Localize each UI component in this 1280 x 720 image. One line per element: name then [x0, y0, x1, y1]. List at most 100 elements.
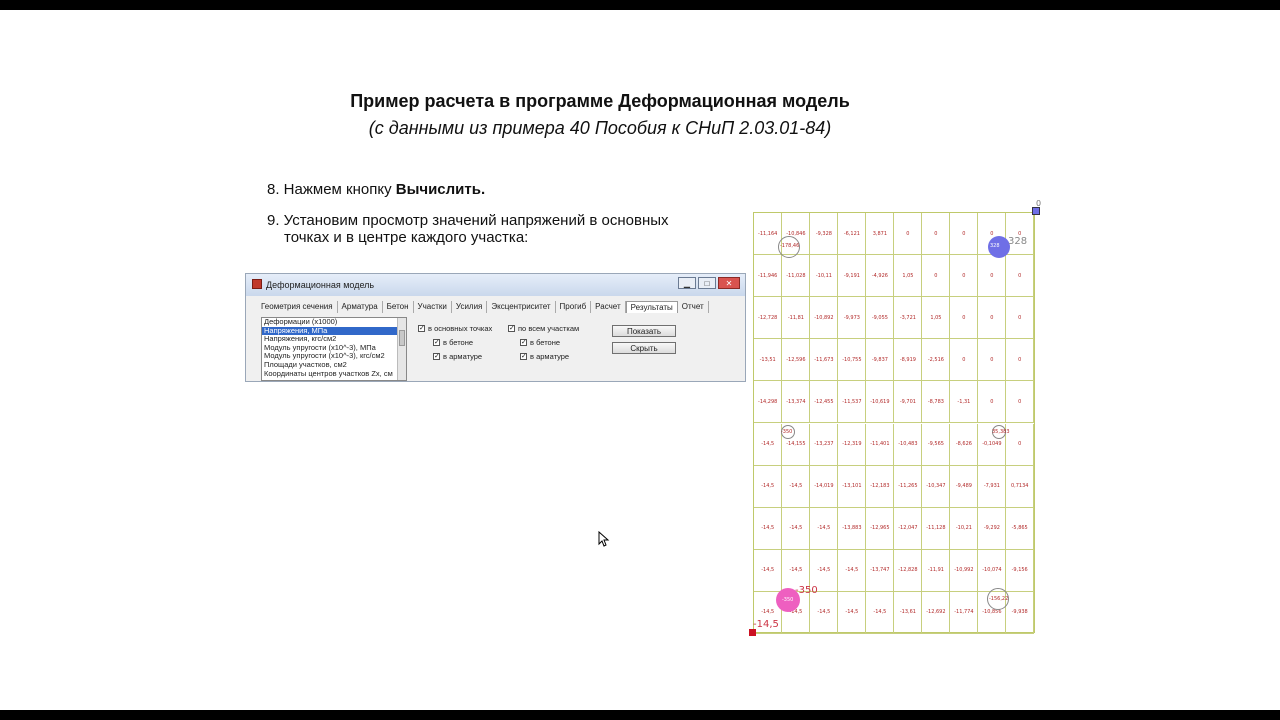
grid-cell: -11,81 [782, 297, 811, 340]
checkbox-in-rebar[interactable]: ✓ в арматуре [433, 352, 482, 361]
window-titlebar[interactable]: Деформационная модель ▁ □ ✕ [246, 274, 745, 296]
grid-cell: -10,347 [922, 465, 951, 508]
grid-cell: 0 [978, 255, 1007, 298]
slide: Пример расчета в программе Деформационна… [0, 10, 1280, 710]
checkbox-label: в арматуре [443, 352, 483, 361]
tab-deflection[interactable]: Прогиб [556, 301, 592, 313]
check-icon[interactable]: ✓ [508, 325, 515, 332]
rebar-label: -350 [782, 597, 794, 603]
grid-cell: -13,51 [754, 339, 783, 382]
tab-bar: Геометрия сечения Арматура Бетон Участки… [257, 301, 709, 313]
list-scrollbar[interactable] [397, 318, 406, 380]
grid-cell: -11,537 [838, 381, 867, 424]
rebar-label: -156,22 [989, 596, 1009, 602]
grid-cell: -12,828 [894, 549, 923, 592]
grid-cell: -9,191 [838, 255, 867, 298]
grid-cell: -10,892 [810, 297, 839, 340]
grid-cell: -14,5 [866, 591, 895, 634]
checkbox-label: по всем участкам [518, 324, 580, 333]
grid-cell: 1,05 [922, 297, 951, 340]
grid-cell: -9,055 [866, 297, 895, 340]
grid-cell: -13,61 [894, 591, 923, 634]
corner-marker-tr[interactable] [1032, 207, 1040, 215]
rebar-label: 35,383 [992, 429, 1010, 435]
checkbox-in-concrete[interactable]: ✓ в бетоне [433, 338, 473, 347]
grid-cell: -7,931 [978, 465, 1007, 508]
grid-cell: -8,919 [894, 339, 923, 382]
grid-cell: -1,31 [950, 381, 979, 424]
rebar-label: 328 [990, 243, 1000, 249]
grid-cell: -11,774 [950, 591, 979, 634]
rebar-label: -350 [781, 429, 793, 435]
tab-rebar[interactable]: Арматура [338, 301, 383, 313]
grid-cell: 0 [922, 213, 951, 256]
grid-cell: -13,374 [782, 381, 811, 424]
step-9-line2: точках и в центре каждого участка: [284, 229, 529, 246]
grid-cell: 3,871 [866, 213, 895, 256]
grid-cell: -14,5 [782, 507, 811, 550]
grid-cell: -14,5 [810, 591, 839, 634]
checkbox-label: в основных точках [428, 324, 493, 333]
checkbox-label: в бетоне [530, 338, 561, 347]
grid-cell: -3,721 [894, 297, 923, 340]
grid-cell: -5,865 [1006, 507, 1034, 550]
tab-concrete[interactable]: Бетон [383, 301, 414, 313]
grid-cell: -9,489 [950, 465, 979, 508]
check-icon[interactable]: ✓ [433, 339, 440, 346]
check-icon[interactable]: ✓ [418, 325, 425, 332]
maximize-button[interactable]: □ [698, 277, 716, 289]
grid-cell: -12,455 [810, 381, 839, 424]
step-9: 9. Установим просмотр значений напряжени… [267, 212, 707, 246]
grid-cell: -11,028 [782, 255, 811, 298]
grid-cell: -13,883 [838, 507, 867, 550]
grid-cell: -14,019 [810, 465, 839, 508]
grid-cell: -10,074 [978, 549, 1007, 592]
tab-calculation[interactable]: Расчет [591, 301, 626, 313]
tab-results[interactable]: Результаты [625, 301, 678, 313]
stress-grid: -11,164 -10,846 -9,328 -6,121 3,871 0 0 0 0 0 -11,… [753, 212, 1035, 634]
tab-eccentricity[interactable]: Эксцентриситет [487, 301, 556, 313]
corner-marker-bl[interactable] [749, 629, 756, 636]
step-8: 8. Нажмем кнопку Вычислить. [267, 181, 485, 198]
grid-cell: -9,938 [1006, 591, 1034, 634]
minimize-button[interactable]: ▁ [678, 277, 696, 289]
grid-cell: -2,516 [922, 339, 951, 382]
checkbox-in-rebar-2[interactable]: ✓ в арматуре [520, 352, 569, 361]
grid-cell: -12,965 [866, 507, 895, 550]
grid-cell: -14,5 [782, 465, 811, 508]
scroll-thumb[interactable] [399, 330, 405, 346]
grid-cell: -14,5 [754, 507, 783, 550]
tab-report[interactable]: Отчет [678, 301, 709, 313]
grid-cell: 0 [950, 339, 979, 382]
grid-cell: -11,91 [922, 549, 951, 592]
tab-geometry[interactable]: Геометрия сечения [257, 301, 338, 313]
step-9-line1: 9. Установим просмотр значений напряжени… [267, 212, 669, 229]
grid-cell: -9,565 [922, 423, 951, 466]
check-icon[interactable]: ✓ [433, 353, 440, 360]
step-8-bold: Вычислить. [395, 181, 486, 198]
grid-cell: -13,101 [838, 465, 867, 508]
checkbox-in-concrete-2[interactable]: ✓ в бетоне [520, 338, 560, 347]
grid-cell: -10,992 [950, 549, 979, 592]
grid-cell: -12,692 [922, 591, 951, 634]
check-icon[interactable]: ✓ [520, 353, 527, 360]
checkbox-main-points[interactable]: ✓ в основных точках [418, 324, 492, 333]
grid-cell: 0 [978, 297, 1007, 340]
show-button[interactable]: Показать [612, 325, 676, 337]
grid-cell: 0 [950, 213, 979, 256]
window-title: Деформационная модель [266, 280, 375, 290]
tab-sections[interactable]: Участки [414, 301, 452, 313]
mouse-cursor-icon [598, 531, 610, 547]
grid-cell: 0 [978, 339, 1007, 382]
checkbox-all-sections[interactable]: ✓ по всем участкам [508, 324, 579, 333]
hide-button[interactable]: Скрыть [612, 342, 676, 354]
check-icon[interactable]: ✓ [520, 339, 527, 346]
grid-cell: -14,5 [838, 549, 867, 592]
list-item[interactable]: Координаты центров участков Zx, см [262, 369, 406, 379]
grid-cell: -12,047 [894, 507, 923, 550]
tab-forces[interactable]: Усилия [452, 301, 488, 313]
grid-cell: 0 [1006, 297, 1034, 340]
close-button[interactable]: ✕ [718, 277, 740, 289]
grid-cell: -14,5 [754, 465, 783, 508]
results-listbox[interactable]: Деформации (x1000) Напряжения, МПа Напря… [261, 317, 407, 381]
